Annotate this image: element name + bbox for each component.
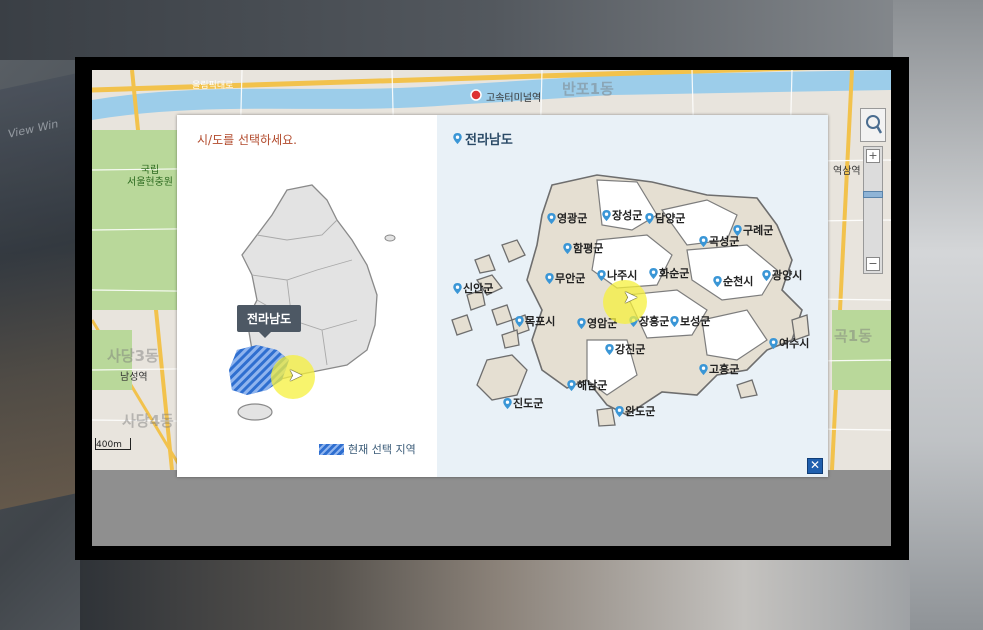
korea-map-panel: 시/도를 선택하세요. 전라남도 ➤ 현재 선택 지역 [177, 115, 437, 477]
screen-bottom-bar [92, 470, 891, 546]
location-pin-icon [699, 363, 708, 375]
map-label-bus-terminal: 고속터미널역 [486, 93, 542, 104]
location-pin-icon [547, 212, 556, 224]
location-pin-icon [515, 315, 524, 327]
map-label-sadang3: 사당3동 [107, 347, 159, 365]
map-label-olympic: 올림픽대로 [192, 81, 234, 91]
county-15[interactable]: 보성군 [670, 313, 710, 329]
county-5[interactable]: 함평군 [563, 240, 603, 256]
map-tools-button[interactable] [860, 108, 886, 142]
location-pin-icon [733, 224, 742, 236]
location-pin-icon [645, 212, 654, 224]
county-17[interactable]: 강진군 [605, 341, 645, 357]
location-pin-icon [597, 269, 606, 281]
legend: 현재 선택 지역 [319, 441, 416, 457]
map-label-sadang4: 사당4동 [122, 412, 174, 430]
county-label: 장흥군 [639, 315, 670, 328]
map-label-namseong: 남성역 [120, 372, 148, 383]
mouse-cursor-right-icon: ➤ [623, 287, 639, 308]
county-label: 보성군 [680, 315, 711, 328]
legend-label: 현재 선택 지역 [348, 443, 416, 456]
county-label: 광양시 [772, 269, 803, 282]
selected-region-title: 전라남도 [453, 129, 513, 148]
screen: 고속터미널역 올림픽대로 국립 서울현충원 남성역 사당3동 사당4동 반포1동… [92, 70, 891, 546]
background-left-text: View Win [8, 117, 59, 141]
map-label-yeoksam: 역삼역 [833, 166, 861, 177]
location-pin-icon [769, 337, 778, 349]
county-2[interactable]: 담양군 [645, 210, 685, 226]
county-19[interactable]: 해남군 [567, 377, 607, 393]
map-label-cemetery: 국립 서울현충원 [127, 165, 173, 188]
county-label: 구례군 [743, 224, 774, 237]
county-6[interactable]: 신안군 [453, 280, 493, 296]
county-20[interactable]: 진도군 [503, 395, 543, 411]
background-top [0, 0, 983, 60]
zoom-control: + − [860, 108, 888, 278]
county-9[interactable]: 화순군 [649, 265, 689, 281]
location-pin-icon [615, 405, 624, 417]
location-pin-icon [699, 235, 708, 247]
map-label-banpo: 반포1동 [562, 80, 614, 98]
county-label: 강진군 [615, 343, 646, 356]
county-1[interactable]: 장성군 [602, 207, 642, 223]
jeju-island[interactable] [237, 403, 273, 421]
location-pin-icon [545, 272, 554, 284]
county-4[interactable]: 구례군 [733, 222, 773, 238]
province-map-panel: 전라남도 영광군 장성군 담양군 곡성군 구례군 함평군 신안군 무안군 나주시… [437, 115, 828, 477]
county-label: 신안군 [463, 282, 494, 295]
county-7[interactable]: 무안군 [545, 270, 585, 286]
zoom-in-button[interactable]: + [866, 149, 880, 163]
county-label: 진도군 [513, 397, 544, 410]
county-label: 화순군 [659, 267, 690, 280]
county-label: 무안군 [555, 272, 586, 285]
county-label: 해남군 [577, 379, 608, 392]
map-label-gok: 곡1동 [834, 327, 873, 345]
scale-text: 400m [96, 440, 122, 450]
location-pin-icon [563, 242, 572, 254]
location-pin-icon [762, 269, 771, 281]
county-21[interactable]: 완도군 [615, 403, 655, 419]
close-button[interactable]: ✕ [807, 458, 823, 474]
location-pin-icon [453, 133, 462, 144]
location-pin-icon [649, 267, 658, 279]
location-pin-icon [567, 379, 576, 391]
zoom-out-button[interactable]: − [866, 257, 880, 271]
location-pin-icon [453, 282, 462, 294]
location-pin-icon [713, 275, 722, 287]
monitor-frame: 고속터미널역 올림픽대로 국립 서울현충원 남성역 사당3동 사당4동 반포1동… [75, 57, 909, 560]
instruction-text: 시/도를 선택하세요. [197, 133, 297, 147]
zoom-handle[interactable] [863, 191, 883, 198]
location-pin-icon [503, 397, 512, 409]
region-tooltip: 전라남도 [237, 305, 302, 338]
county-18[interactable]: 고흥군 [699, 361, 739, 377]
county-label: 함평군 [573, 242, 604, 255]
county-11[interactable]: 광양시 [762, 267, 802, 283]
legend-swatch [319, 443, 344, 455]
county-label: 여수시 [779, 337, 810, 350]
county-label: 고흥군 [709, 363, 740, 376]
county-label: 영광군 [557, 212, 588, 225]
zoom-slider[interactable]: + − [863, 146, 883, 274]
location-pin-icon [670, 315, 679, 327]
selected-region-label: 전라남도 [465, 133, 513, 148]
county-label: 순천시 [723, 275, 754, 288]
location-pin-icon [577, 317, 586, 329]
location-pin-icon [605, 343, 614, 355]
magnifier-icon [866, 115, 882, 134]
county-label: 목포시 [525, 315, 556, 328]
county-0[interactable]: 영광군 [547, 210, 587, 226]
county-label: 완도군 [625, 405, 656, 418]
location-pin-icon [602, 209, 611, 221]
county-12[interactable]: 목포시 [515, 313, 555, 329]
county-16[interactable]: 여수시 [769, 335, 809, 351]
county-10[interactable]: 순천시 [713, 273, 753, 289]
mouse-cursor-icon: ➤ [288, 365, 304, 386]
county-label: 장성군 [612, 209, 643, 222]
region-select-dialog: 시/도를 선택하세요. 전라남도 ➤ 현재 선택 지역 전라남도 영광군 장성군… [177, 115, 828, 477]
background-bottom [80, 560, 910, 630]
county-label: 담양군 [655, 212, 686, 225]
